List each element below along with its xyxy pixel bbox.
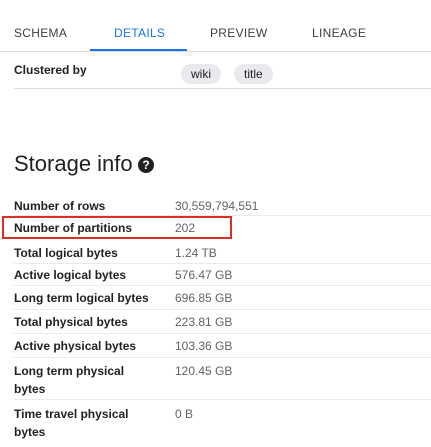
storage-row-label: Total logical bytes: [14, 246, 118, 260]
help-circle-icon[interactable]: ?: [137, 156, 155, 174]
storage-row-value: 120.45 GB: [175, 364, 233, 378]
tab-preview[interactable]: PREVIEW: [210, 26, 267, 40]
tab-schema[interactable]: SCHEMA: [14, 26, 67, 40]
storage-row-number-of-rows: Number of rows 30,559,794,551: [14, 196, 431, 216]
storage-row-label: Long term physical bytes: [14, 364, 125, 396]
storage-row-label: Active physical bytes: [14, 339, 137, 353]
storage-row-value: 223.81 GB: [175, 315, 233, 329]
storage-row-value: 103.36 GB: [175, 339, 233, 353]
storage-row-value: 0 B: [175, 407, 194, 421]
active-tab-indicator: [90, 49, 187, 51]
storage-row-label: Long term logical bytes: [14, 291, 149, 305]
storage-row-long-term-physical-bytes: Long term physical bytes 120.45 GB: [14, 358, 431, 400]
storage-row-active-logical-bytes: Active logical bytes 576.47 GB: [14, 264, 431, 286]
tab-bar: SCHEMA DETAILS PREVIEW LINEAGE: [0, 0, 431, 52]
storage-row-value: 1.24 TB: [175, 246, 217, 260]
clustered-by-label: Clustered by: [14, 63, 87, 77]
storage-row-value: 576.47 GB: [175, 268, 233, 282]
storage-row-label: Total physical bytes: [14, 315, 128, 329]
storage-row-active-physical-bytes: Active physical bytes 103.36 GB: [14, 334, 431, 358]
cluster-field-chip: title: [234, 64, 273, 84]
storage-row-label: Number of rows: [14, 199, 106, 213]
tab-details[interactable]: DETAILS: [114, 26, 165, 40]
storage-row-long-term-logical-bytes: Long term logical bytes 696.85 GB: [14, 286, 431, 310]
storage-row-value: 30,559,794,551: [175, 199, 259, 213]
storage-row-value: 696.85 GB: [175, 291, 233, 305]
storage-info-heading: Storage info: [14, 151, 133, 176]
cluster-field-chip: wiki: [181, 64, 221, 84]
storage-row-label: Time travel physical bytes: [14, 407, 129, 439]
storage-row-time-travel-physical-bytes: Time travel physical bytes 0 B: [14, 402, 431, 447]
divider: [14, 88, 431, 89]
svg-text:?: ?: [142, 158, 149, 172]
storage-row-total-physical-bytes: Total physical bytes 223.81 GB: [14, 310, 431, 334]
tab-lineage[interactable]: LINEAGE: [312, 26, 366, 40]
row-divider: [14, 399, 431, 400]
storage-row-label: Active logical bytes: [14, 268, 127, 282]
highlight-annotation-box: [2, 216, 232, 239]
storage-row-total-logical-bytes: Total logical bytes 1.24 TB: [14, 242, 431, 264]
